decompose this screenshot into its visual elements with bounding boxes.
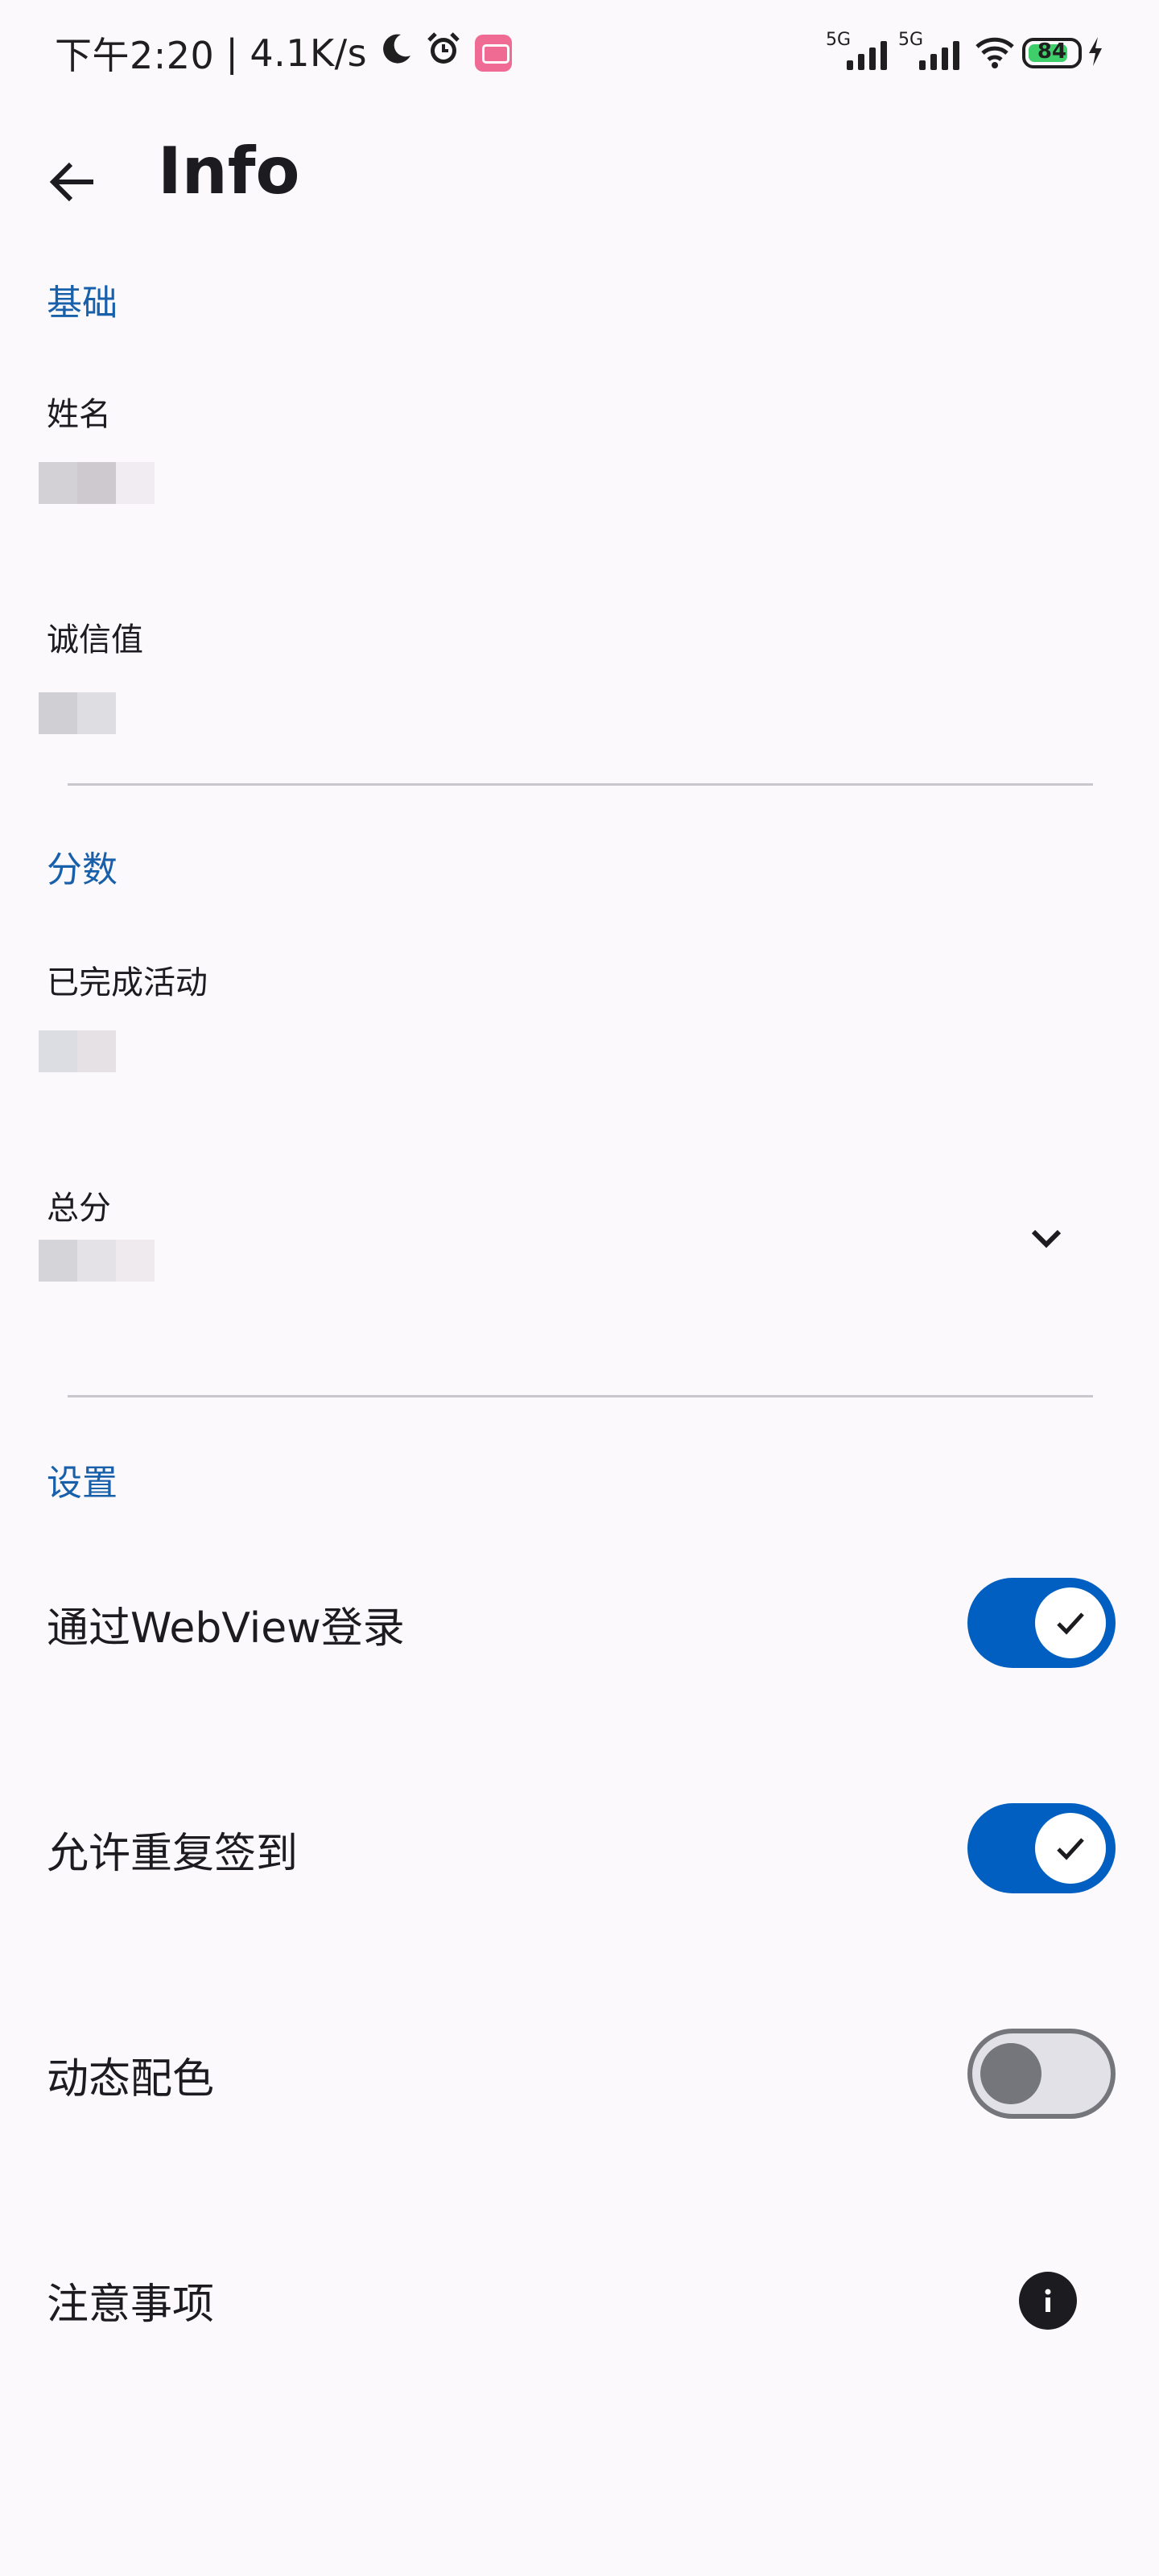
status-right: 5G 5G 84	[826, 29, 1104, 77]
webview-login-switch[interactable]	[967, 1578, 1116, 1668]
switch-thumb	[1035, 1587, 1106, 1658]
section-header-basic: 基础	[47, 283, 118, 324]
section-header-score: 分数	[47, 849, 118, 890]
total-score-value-redacted	[39, 1240, 155, 1282]
section-header-settings: 设置	[47, 1463, 118, 1504]
credit-label: 诚信值	[47, 621, 143, 658]
name-label: 姓名	[47, 396, 111, 433]
signal-icon: 5G	[826, 30, 887, 73]
status-bar: 下午2:20 | 4.1K/s 5G 5G 84	[0, 0, 1159, 105]
page-title: Info	[158, 134, 300, 208]
charging-icon	[1087, 35, 1104, 71]
dynamic-color-switch[interactable]	[967, 2029, 1116, 2119]
check-icon	[1057, 1612, 1084, 1635]
credit-value-redacted	[39, 692, 116, 734]
divider	[68, 783, 1093, 786]
webview-login-label: 通过WebView登录	[47, 1604, 405, 1653]
alarm-icon	[425, 31, 462, 76]
total-score-label: 总分	[47, 1190, 111, 1227]
notes-info-button[interactable]	[1019, 2272, 1077, 2330]
status-net-speed: 4.1K/s	[250, 31, 368, 75]
repeat-checkin-label: 允许重复签到	[47, 1830, 299, 1878]
status-left: 下午2:20 | 4.1K/s	[55, 29, 513, 77]
battery-level: 84	[1037, 39, 1067, 64]
arrow-back-icon	[49, 162, 93, 202]
name-value-redacted	[39, 462, 155, 504]
chevron-down-icon	[1031, 1229, 1062, 1249]
dynamic-color-label: 动态配色	[47, 2055, 215, 2103]
top-app-bar: Info	[0, 121, 1159, 233]
repeat-checkin-switch[interactable]	[967, 1803, 1116, 1893]
divider	[68, 1395, 1093, 1397]
back-button[interactable]	[32, 142, 113, 222]
switch-thumb	[980, 2043, 1041, 2104]
expand-chevron-button[interactable]	[1016, 1208, 1077, 1269]
check-icon	[1057, 1838, 1084, 1860]
info-icon	[1045, 2289, 1051, 2312]
status-time: 下午2:20	[55, 34, 215, 77]
notes-label: 注意事项	[47, 2281, 215, 2329]
wifi-icon	[974, 34, 1016, 72]
status-separator: |	[225, 31, 239, 75]
completed-activities-label: 已完成活动	[47, 964, 208, 1001]
completed-activities-value-redacted	[39, 1030, 116, 1072]
battery-icon: 84	[1022, 38, 1082, 68]
bilibili-app-icon	[475, 35, 513, 72]
signal-icon: 5G	[898, 30, 959, 73]
switch-thumb	[1035, 1813, 1106, 1884]
moon-icon	[378, 31, 414, 76]
